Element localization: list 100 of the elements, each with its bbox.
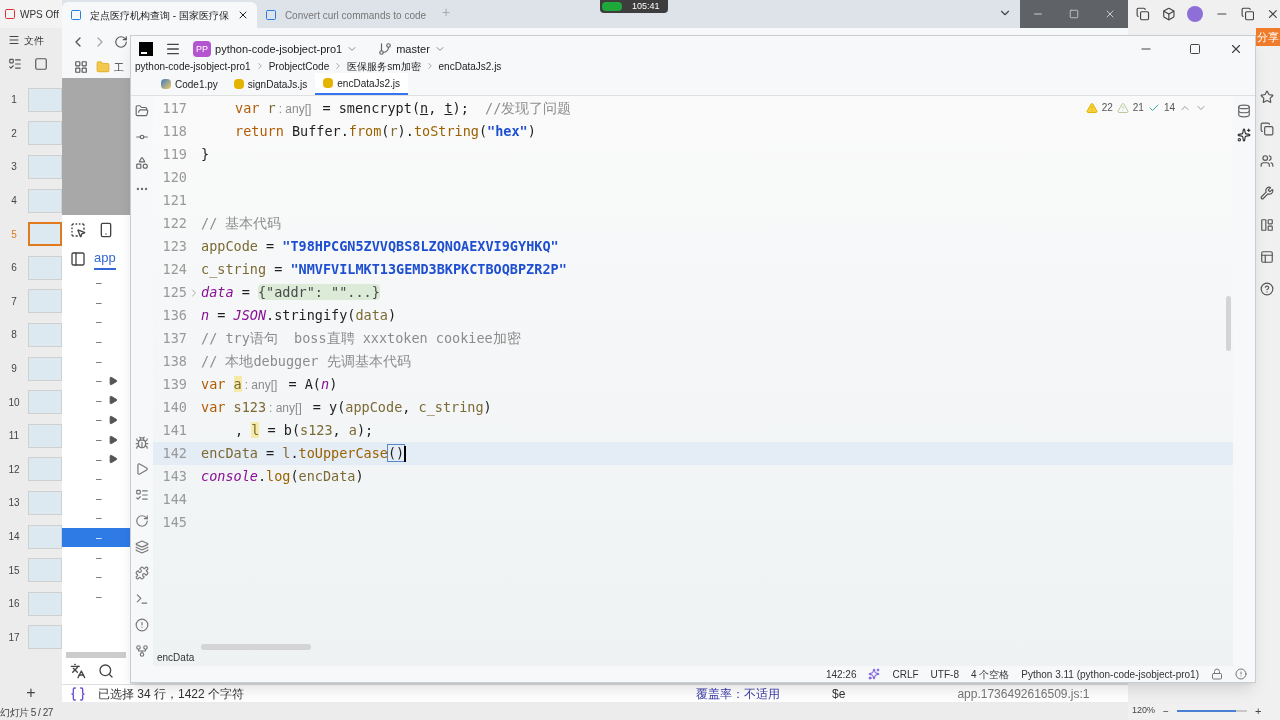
git-icon[interactable] [135,644,149,658]
close-icon[interactable] [1229,42,1243,56]
pretty-print-icon[interactable] [70,663,86,679]
source-row[interactable]: – [62,527,130,548]
add-slide-button[interactable]: + [26,684,36,702]
outline-view-icon[interactable] [8,57,22,71]
cursor-position[interactable]: 142:26 [825,666,857,682]
structure-icon[interactable] [135,156,149,170]
app-logo-icon[interactable] [4,8,16,20]
lock-icon[interactable] [1211,668,1223,680]
source-row[interactable]: – [62,508,130,528]
warning-count[interactable]: 22 [1101,100,1113,115]
horizontal-scrollbar[interactable] [201,644,311,650]
file-tab[interactable]: Code1.py [153,73,226,95]
maximize-icon[interactable] [1189,43,1201,55]
slide-view-icon[interactable] [34,57,48,71]
scrollbar-thumb[interactable] [1226,296,1231,351]
expand-icon[interactable] [107,375,118,386]
expand-icon[interactable] [107,434,118,445]
layers-icon[interactable] [135,540,149,554]
project-selector[interactable]: PP python-code-jsobject-pro1 [193,40,359,58]
file-encoding[interactable]: UTF-8 [930,666,959,682]
breadcrumb-item[interactable]: python-code-jsobject-pro1 [135,58,251,74]
zoom-in-button[interactable]: + [1254,702,1262,720]
restore-icon[interactable] [1240,7,1255,21]
source-row[interactable]: – [62,566,130,587]
slide-thumbnail[interactable] [28,390,62,415]
services-icon[interactable] [135,514,149,528]
tools-icon[interactable] [1260,186,1274,200]
branch-selector[interactable]: master [378,40,446,58]
weak-warning-count[interactable]: 21 [1132,100,1144,115]
todo-icon[interactable] [135,488,149,502]
star-icon[interactable] [1260,90,1274,104]
cube-icon[interactable] [1161,7,1176,21]
source-row[interactable]: – [62,292,130,313]
slide-thumbnail[interactable] [28,524,62,549]
problems-icon[interactable] [135,618,149,632]
panels-icon[interactable] [1260,250,1274,264]
inspect-icon[interactable] [70,222,86,238]
file-tab[interactable]: app [94,248,116,270]
slide-thumbnail[interactable] [28,121,62,146]
run-icon[interactable] [135,462,149,476]
slide-thumbnail[interactable] [28,356,62,381]
expand-icon[interactable] [107,454,118,465]
people-icon[interactable] [1260,154,1274,168]
file-tab[interactable]: signDataJs.js [225,73,316,95]
interpreter-selector[interactable]: Python 3.11 (python-code-jsobject-pro1) [1021,666,1199,682]
expand-icon[interactable] [107,414,118,425]
database-icon[interactable] [1237,104,1251,118]
source-link[interactable]: app.1736492616509.js:1 [957,684,1090,703]
notifications-icon[interactable] [1235,668,1247,680]
source-row[interactable]: – [62,312,130,332]
source-row[interactable]: – [62,273,130,293]
source-row[interactable]: – [62,468,130,489]
slide-thumbnail[interactable] [28,289,62,314]
puzzle-icon[interactable] [135,566,149,580]
breadcrumb-item[interactable]: encDataJs2.js [438,58,502,74]
line-ending[interactable]: CRLF [892,666,919,682]
menu-icon[interactable] [8,34,20,46]
browser-tab[interactable]: 定点医疗机构查询 - 国家医疗保 [62,2,257,28]
zoom-level[interactable]: 120% [1132,704,1156,718]
source-row[interactable]: – [62,449,130,469]
braces-icon[interactable] [70,685,86,702]
typo-count[interactable]: 14 [1163,100,1175,115]
close-icon[interactable] [1266,7,1280,21]
sidebar-toggle-icon[interactable] [70,251,86,267]
reload-icon[interactable] [114,35,128,49]
slide-thumbnail[interactable] [28,457,62,482]
source-row[interactable]: – [62,390,130,411]
search-icon[interactable] [98,663,114,679]
source-row[interactable]: – [62,586,130,607]
slide-thumbnail[interactable] [28,87,62,112]
avatar[interactable] [1187,6,1203,22]
slide-thumbnail[interactable] [28,490,62,515]
source-row[interactable]: – [62,429,130,450]
source-row[interactable]: – [62,331,130,352]
code-breadcrumb[interactable]: encData [153,650,199,666]
folder-icon[interactable] [135,104,149,118]
zoom-out-button[interactable]: − [1163,703,1169,719]
breadcrumb-item[interactable]: 医保服务sm加密 [347,58,421,74]
browser-tab[interactable]: Convert curl commands to code [256,2,435,28]
slide-thumbnail[interactable] [28,255,62,280]
layout-icon[interactable] [1260,218,1274,232]
source-row[interactable]: – [62,547,130,567]
file-tab[interactable]: encDataJs2.js [315,73,409,95]
help-icon[interactable] [1260,282,1274,296]
slide-thumbnail[interactable] [28,423,62,448]
slide-thumbnail[interactable] [28,222,62,247]
terminal-icon[interactable] [135,592,149,606]
bookmark-folder[interactable]: 工 [96,59,124,75]
source-row[interactable]: – [62,370,130,391]
copy-icon[interactable] [1260,122,1274,136]
slide-thumbnail[interactable] [28,155,62,179]
bug-icon[interactable] [135,436,149,450]
slide-thumbnail[interactable] [28,591,62,616]
apps-icon[interactable] [74,60,88,74]
indent-setting[interactable]: 4 个空格 [970,666,1010,682]
copy-icon[interactable] [1136,7,1150,21]
ai-icon[interactable] [868,668,881,680]
ide-logo-icon[interactable] [139,42,153,56]
